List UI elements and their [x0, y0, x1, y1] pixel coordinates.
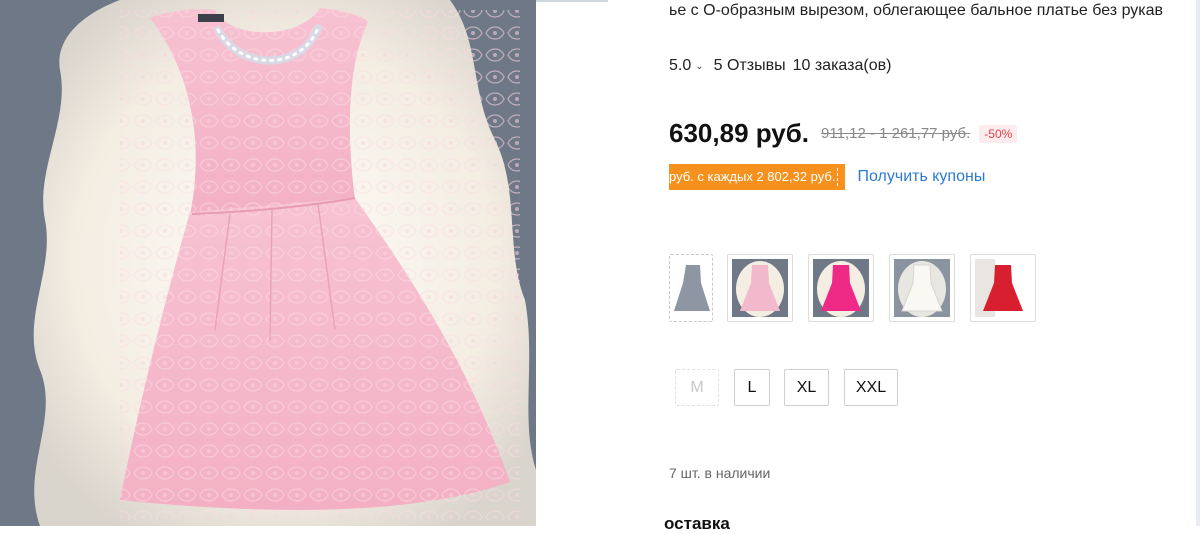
color-variant-pink[interactable] — [727, 254, 793, 322]
pink-dress-thumbnail — [732, 259, 788, 317]
top-divider — [536, 0, 608, 2]
coupon-text: руб. с каждых 2 802,32 руб. — [669, 169, 836, 184]
product-title: ье с О-образным вырезом, облегающее баль… — [669, 2, 1164, 19]
size-label: XXL — [855, 378, 887, 396]
get-coupons-link[interactable]: Получить купоны — [857, 168, 985, 186]
size-option-m[interactable]: M — [675, 369, 719, 406]
original-price: 911,12 - 1 261,77 руб. — [821, 125, 971, 142]
chevron-down-icon[interactable]: ⌄ — [695, 61, 703, 72]
white-dress-thumbnail — [894, 259, 950, 317]
size-label: M — [690, 378, 704, 396]
rating-value[interactable]: 5.0 — [669, 57, 691, 75]
red-dress-thumbnail — [975, 259, 1031, 317]
size-option-l[interactable]: L — [734, 369, 770, 406]
current-price: 630,89 руб. — [669, 118, 810, 148]
delivery-heading: оставка — [664, 514, 730, 533]
fuchsia-dress-thumbnail — [813, 259, 869, 317]
color-variant-white[interactable] — [889, 254, 955, 322]
color-variant-fuchsia[interactable] — [808, 254, 874, 322]
orders-count: 10 заказа(ов) — [792, 57, 892, 74]
reviews-link[interactable]: 5 Отзывы — [714, 57, 786, 75]
size-label: XL — [796, 378, 817, 396]
pink-dress-photo — [0, 0, 536, 526]
size-label: L — [747, 378, 757, 396]
rating-row: 5.0 ⌄ 5 Отзывы 10 заказа(ов) — [669, 57, 891, 75]
coupon-row: руб. с каждых 2 802,32 руб. Получить куп… — [669, 164, 985, 190]
stock-availability: 7 шт. в наличии — [669, 465, 771, 481]
price-row: 630,89 руб. 911,12 - 1 261,77 руб. -50% — [669, 118, 1018, 149]
color-variant-red[interactable] — [970, 254, 1036, 322]
product-main-image[interactable] — [0, 0, 536, 526]
color-variant-gray[interactable] — [669, 254, 713, 322]
size-option-xl[interactable]: XL — [784, 369, 829, 406]
gray-dress-thumbnail — [674, 259, 710, 317]
size-option-xxl[interactable]: XXL — [844, 369, 898, 406]
coupon-badge[interactable]: руб. с каждых 2 802,32 руб. — [669, 164, 850, 190]
page-edge — [1196, 0, 1200, 526]
coupon-divider — [837, 168, 839, 186]
discount-badge: -50% — [979, 124, 1018, 143]
